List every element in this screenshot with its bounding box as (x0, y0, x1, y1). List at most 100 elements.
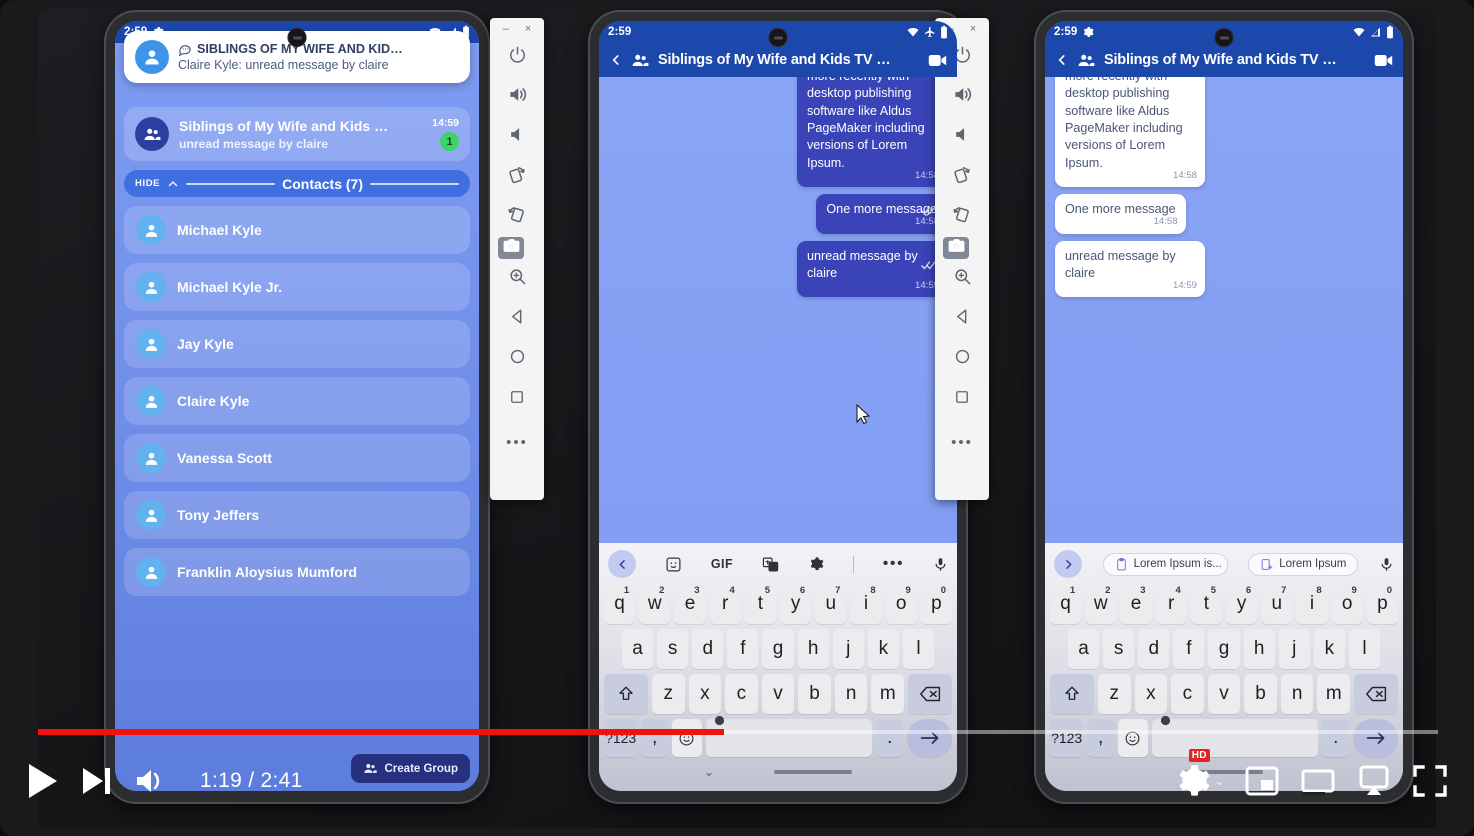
more-button[interactable]: ••• (498, 419, 536, 459)
message-bubble[interactable]: unread message by claire 14:59 (1055, 240, 1205, 298)
contact-row[interactable]: Michael Kyle (124, 206, 470, 254)
message-bubble[interactable]: unread message by claire 14:59 (797, 240, 947, 298)
key-e[interactable]: e3 (674, 584, 706, 624)
rotate-right-button[interactable] (498, 197, 536, 237)
key-i[interactable]: i8 (850, 584, 882, 624)
shift-up-icon[interactable] (604, 674, 648, 714)
message-bubble[interactable]: One more message 14:58 (1055, 194, 1186, 234)
key-b[interactable]: b (798, 674, 831, 714)
back-button[interactable] (498, 299, 536, 339)
key-c[interactable]: c (725, 674, 758, 714)
back-button[interactable] (943, 299, 981, 339)
cast-button[interactable] (1356, 765, 1392, 797)
gif-button[interactable]: GIF (711, 557, 733, 571)
volume-down-button[interactable] (943, 117, 981, 157)
keyboard-expand-button[interactable] (1054, 550, 1082, 578)
volume-up-button[interactable] (498, 77, 536, 117)
key-j[interactable]: j (1278, 629, 1310, 669)
key-w[interactable]: w2 (639, 584, 671, 624)
key-s[interactable]: s (657, 629, 689, 669)
key-u[interactable]: u7 (1261, 584, 1293, 624)
key-r[interactable]: r4 (1155, 584, 1187, 624)
chevron-left-icon[interactable] (1055, 53, 1069, 67)
key-v[interactable]: v (761, 674, 795, 714)
key-k[interactable]: k (1313, 629, 1345, 669)
message-bubble[interactable]: One more message 14:58 (816, 194, 947, 234)
key-b[interactable]: b (1244, 674, 1277, 714)
key-x[interactable]: x (688, 674, 722, 714)
keyboard-collapse-button[interactable] (608, 550, 636, 578)
message-bubble[interactable]: containing Lorem Ipsum passages, and mor… (1055, 77, 1205, 188)
clipboard-suggestion-2[interactable]: Lorem Ipsum (1248, 552, 1359, 576)
rotate-left-button[interactable] (943, 157, 981, 197)
screenshot-button[interactable] (498, 237, 524, 259)
shift-up-icon[interactable] (1050, 674, 1094, 714)
key-o[interactable]: o9 (1331, 584, 1363, 624)
key-j[interactable]: j (832, 629, 864, 669)
backspace-icon[interactable] (1354, 674, 1399, 714)
key-m[interactable]: m (871, 674, 905, 714)
key-l[interactable]: l (902, 629, 934, 669)
sticker-button[interactable] (665, 556, 682, 573)
key-p[interactable]: p0 (920, 584, 953, 624)
key-f[interactable]: f (727, 629, 759, 669)
key-r[interactable]: r4 (709, 584, 741, 624)
contact-row[interactable]: Vanessa Scott (124, 434, 470, 482)
key-m[interactable]: m (1317, 674, 1351, 714)
microphone-icon[interactable] (933, 556, 948, 573)
contact-row[interactable]: Franklin Aloysius Mumford (124, 548, 470, 596)
key-t[interactable]: t5 (744, 584, 776, 624)
chat-list-item[interactable]: Siblings of My Wife and Kids … unread me… (124, 107, 470, 161)
video-camera-icon[interactable] (928, 53, 947, 68)
key-a[interactable]: a (622, 629, 654, 669)
key-h[interactable]: h (1243, 629, 1275, 669)
key-q[interactable]: q1 (603, 584, 636, 624)
rotate-right-button[interactable] (943, 197, 981, 237)
keyboard-settings-button[interactable] (808, 556, 824, 572)
key-o[interactable]: o9 (885, 584, 917, 624)
key-z[interactable]: z (1097, 674, 1131, 714)
settings-button[interactable]: HD ⌄ (1173, 749, 1224, 800)
key-g[interactable]: g (1208, 629, 1240, 669)
key-c[interactable]: c (1171, 674, 1204, 714)
overview-button[interactable] (498, 379, 536, 419)
backspace-icon[interactable] (908, 674, 953, 714)
microphone-icon[interactable] (1379, 556, 1394, 573)
contact-row[interactable]: Jay Kyle (124, 320, 470, 368)
key-d[interactable]: d (692, 629, 724, 669)
key-k[interactable]: k (867, 629, 899, 669)
key-e[interactable]: e3 (1120, 584, 1152, 624)
video-camera-icon[interactable] (1374, 53, 1393, 68)
key-d[interactable]: d (1138, 629, 1170, 669)
zoom-button[interactable] (498, 259, 536, 299)
next-track-button[interactable] (80, 765, 114, 797)
volume-up-button[interactable] (943, 77, 981, 117)
power-button[interactable] (498, 37, 536, 77)
chevron-up-icon[interactable] (167, 178, 179, 190)
key-s[interactable]: s (1103, 629, 1135, 669)
key-n[interactable]: n (1280, 674, 1314, 714)
contacts-section-header[interactable]: HIDE Contacts (7) (124, 170, 470, 197)
home-button[interactable] (943, 339, 981, 379)
key-g[interactable]: g (762, 629, 794, 669)
key-z[interactable]: z (651, 674, 685, 714)
key-l[interactable]: l (1348, 629, 1380, 669)
key-v[interactable]: v (1207, 674, 1241, 714)
key-i[interactable]: i8 (1296, 584, 1328, 624)
key-t[interactable]: t5 (1190, 584, 1222, 624)
progress-bar[interactable] (38, 729, 1438, 735)
home-button[interactable] (498, 339, 536, 379)
contact-row[interactable]: Tony Jeffers (124, 491, 470, 539)
zoom-button[interactable] (943, 259, 981, 299)
key-y[interactable]: y6 (1226, 584, 1258, 624)
key-w[interactable]: w2 (1085, 584, 1117, 624)
volume-button[interactable] (134, 766, 168, 796)
clipboard-suggestion-1[interactable]: Lorem Ipsum is... (1102, 552, 1228, 576)
contact-row[interactable]: Claire Kyle (124, 377, 470, 425)
rotate-left-button[interactable] (498, 157, 536, 197)
minimize-button[interactable]: – (503, 23, 509, 35)
close-button[interactable]: × (970, 23, 976, 35)
key-q[interactable]: q1 (1049, 584, 1082, 624)
message-bubble[interactable]: containing Lorem Ipsum passages, and mor… (797, 77, 947, 188)
contact-row[interactable]: Michael Kyle Jr. (124, 263, 470, 311)
